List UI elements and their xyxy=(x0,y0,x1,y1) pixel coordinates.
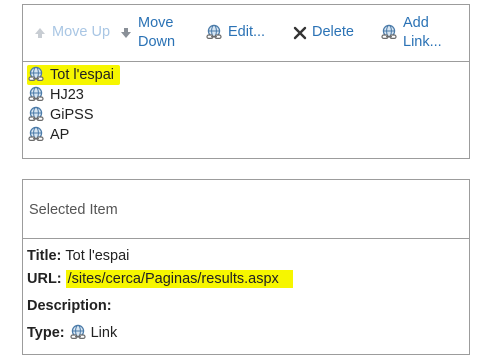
title-value: Tot l'espai xyxy=(65,248,130,264)
type-property: Type: Link xyxy=(27,324,117,342)
move-up-label: Move Up xyxy=(52,24,111,40)
link-globe-icon xyxy=(27,126,45,144)
list-item[interactable]: HJ23 xyxy=(27,85,120,105)
edit-label: Edit... xyxy=(228,24,266,40)
add-link-button[interactable]: Add Link... xyxy=(380,14,442,52)
url-property: URL: /sites/cerca/Paginas/results.aspx xyxy=(27,270,293,288)
x-icon xyxy=(293,26,307,40)
list-item-label: Tot l'espai xyxy=(50,67,115,83)
type-label: Type: xyxy=(27,325,65,341)
links-list: Tot l'espai HJ23 GiPSS AP xyxy=(27,65,121,145)
list-item[interactable]: Tot l'espai xyxy=(27,65,121,85)
delete-label: Delete xyxy=(312,24,354,40)
list-item[interactable]: AP xyxy=(27,125,120,145)
url-value: /sites/cerca/Paginas/results.aspx xyxy=(65,270,293,288)
link-globe-icon xyxy=(380,24,398,42)
list-item-label: AP xyxy=(50,127,70,143)
title-property: Title: Tot l'espai xyxy=(27,248,129,264)
selected-item-header: Selected Item xyxy=(23,180,469,239)
move-down-label-line2: Down xyxy=(138,34,176,50)
add-link-label-line1: Add xyxy=(403,15,429,31)
link-globe-icon xyxy=(27,66,45,84)
title-label: Title: xyxy=(27,248,62,264)
move-up-button[interactable]: Move Up xyxy=(33,23,110,42)
delete-button[interactable]: Delete xyxy=(293,23,354,42)
list-item-label: GiPSS xyxy=(50,107,94,123)
links-panel: Move Up Move Down Edit... Delete Add Lin… xyxy=(22,4,470,159)
arrow-down-icon xyxy=(119,26,133,40)
arrow-up-icon xyxy=(33,26,47,40)
description-property: Description: xyxy=(27,298,116,314)
list-item-label: HJ23 xyxy=(50,87,84,103)
type-value: Link xyxy=(90,325,118,341)
move-down-label-line1: Move xyxy=(138,15,174,31)
edit-button[interactable]: Edit... xyxy=(205,23,265,42)
link-globe-icon xyxy=(205,24,223,42)
url-label: URL: xyxy=(27,271,62,287)
toolbar: Move Up Move Down Edit... Delete Add Lin… xyxy=(23,5,469,62)
list-item[interactable]: GiPSS xyxy=(27,105,120,125)
link-globe-icon xyxy=(27,86,45,104)
link-globe-icon xyxy=(27,106,45,124)
add-link-label-line2: Link... xyxy=(403,34,442,50)
selected-item-panel: Selected Item Title: Tot l'espai URL: /s… xyxy=(22,179,470,355)
link-globe-icon xyxy=(69,324,87,342)
selected-item-heading: Selected Item xyxy=(29,202,118,218)
move-down-button[interactable]: Move Down xyxy=(119,14,175,52)
description-label: Description: xyxy=(27,298,112,314)
